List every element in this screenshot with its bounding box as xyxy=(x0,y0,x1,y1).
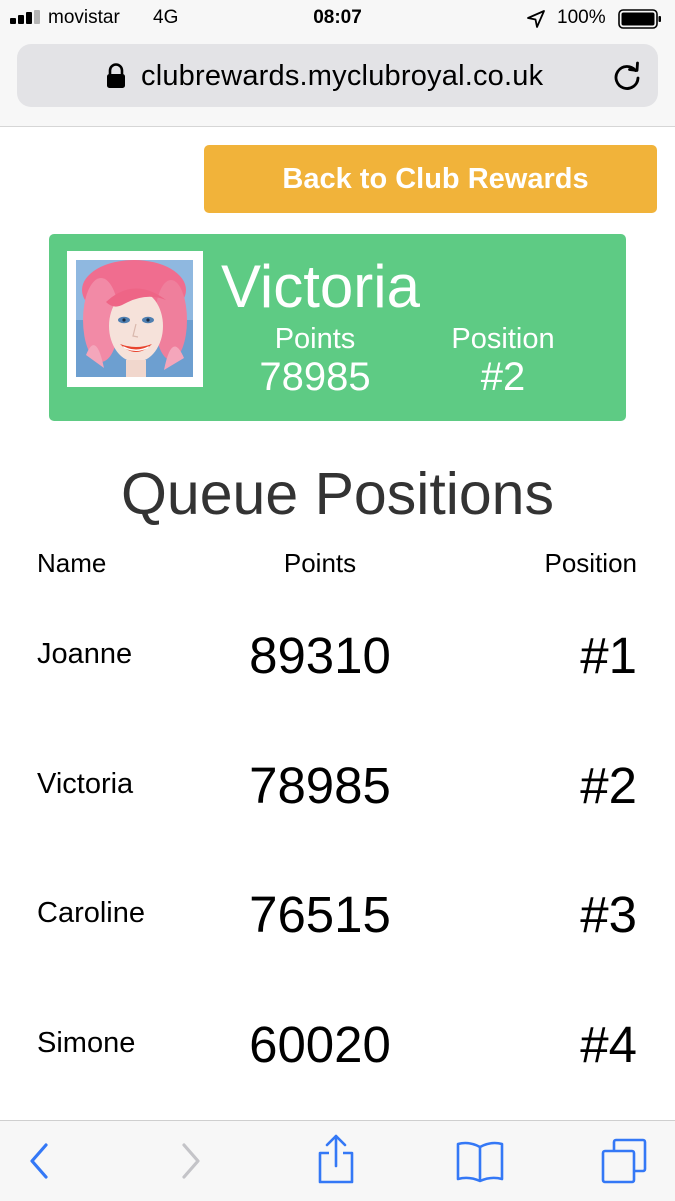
row-position: #2 xyxy=(580,757,637,814)
row-name: Simone xyxy=(37,1027,136,1059)
column-header-position: Position xyxy=(544,548,638,578)
column-header-points: Points xyxy=(283,548,357,578)
row-points: 78985 xyxy=(249,757,391,814)
table-row: Simone 60020 #4 xyxy=(0,1016,675,1136)
position-label: Position xyxy=(451,323,555,355)
location-arrow-icon xyxy=(527,10,545,28)
row-points: 60020 xyxy=(249,1016,391,1073)
queue-title: Queue Positions xyxy=(121,461,554,527)
profile-name: Victoria xyxy=(221,253,420,320)
row-position: #3 xyxy=(580,886,637,943)
avatar xyxy=(67,251,203,387)
bookmarks-icon[interactable] xyxy=(455,1139,505,1183)
table-row: Joanne 89310 #1 xyxy=(0,627,675,747)
profile-points: Points 78985 xyxy=(239,323,391,399)
address-url: clubrewards.myclubroyal.co.uk xyxy=(141,60,544,92)
back-icon[interactable] xyxy=(24,1137,54,1185)
battery-icon xyxy=(618,9,661,29)
lock-icon xyxy=(107,63,125,88)
row-name: Joanne xyxy=(37,638,133,670)
row-points: 89310 xyxy=(249,627,391,684)
row-name: Caroline xyxy=(37,897,145,929)
profile-card: Victoria Points 78985 Position #2 xyxy=(49,234,626,421)
reload-icon[interactable] xyxy=(611,60,643,92)
carrier-name: movistar xyxy=(48,7,120,28)
row-points: 76515 xyxy=(249,886,391,943)
forward-icon[interactable] xyxy=(176,1137,206,1185)
status-bar: movistar 4G 08:07 100% xyxy=(0,0,675,38)
browser-address-area: clubrewards.myclubroyal.co.uk xyxy=(0,38,675,127)
profile-position: Position #2 xyxy=(425,323,581,399)
row-position: #1 xyxy=(580,627,637,684)
back-to-club-rewards-button[interactable]: Back to Club Rewards xyxy=(204,145,657,213)
avatar-photo xyxy=(76,260,193,377)
table-row: Victoria 78985 #2 xyxy=(0,757,675,877)
points-label: Points xyxy=(274,323,356,355)
battery-percent: 100% xyxy=(557,7,606,28)
table-row: Caroline 76515 #3 xyxy=(0,886,675,1006)
position-value: #2 xyxy=(480,355,526,399)
row-name: Victoria xyxy=(37,768,134,800)
browser-toolbar xyxy=(0,1120,675,1201)
share-icon[interactable] xyxy=(316,1133,356,1185)
points-value: 78985 xyxy=(259,355,371,399)
address-bar[interactable]: clubrewards.myclubroyal.co.uk xyxy=(17,44,658,107)
column-header-name: Name xyxy=(37,548,107,578)
network-type: 4G xyxy=(153,7,179,28)
row-position: #4 xyxy=(580,1016,637,1073)
tabs-icon[interactable] xyxy=(600,1137,648,1185)
signal-icon xyxy=(10,10,44,24)
